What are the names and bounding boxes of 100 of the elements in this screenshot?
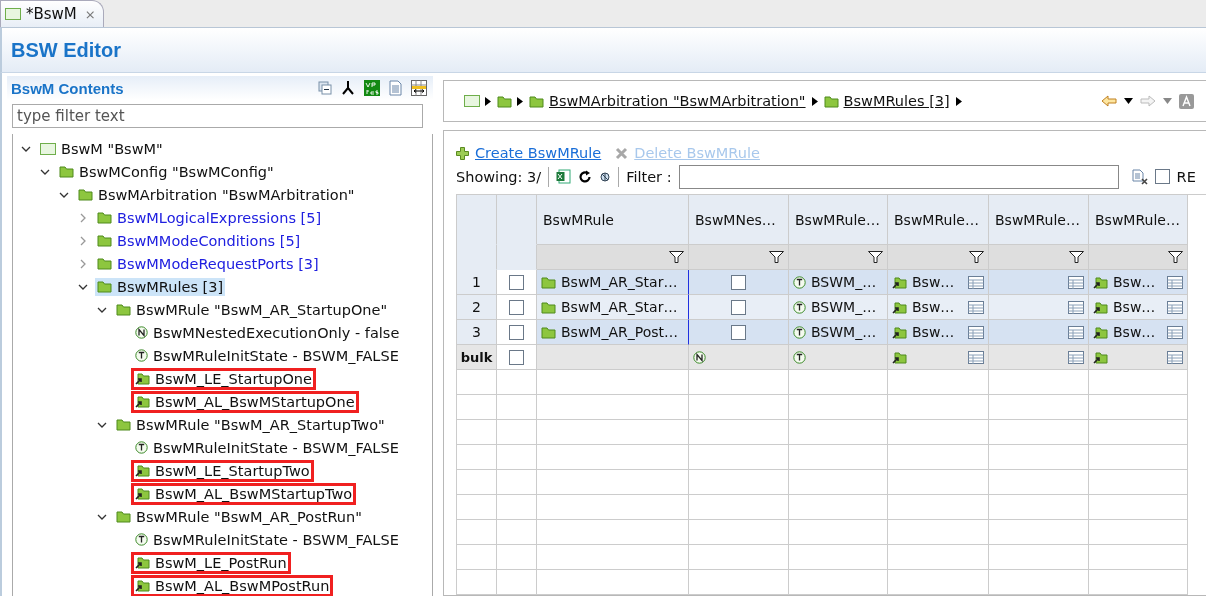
folder-icon: [97, 211, 112, 224]
folder-icon: [541, 325, 556, 339]
tree-item[interactable]: BswM_LE_StartupTwo: [133, 461, 312, 480]
n-badge-icon: [135, 326, 148, 339]
folder-icon: [116, 303, 131, 316]
collapse-all-icon[interactable]: [318, 81, 332, 95]
table-icon[interactable]: [1068, 275, 1084, 289]
folder-icon: [529, 94, 544, 108]
cell-text: Bsw…: [1113, 324, 1156, 340]
table-icon[interactable]: [1068, 300, 1084, 314]
row-header[interactable]: 3: [457, 320, 497, 345]
table-icon[interactable]: [968, 350, 984, 364]
checkbox[interactable]: [509, 324, 524, 340]
cell-text: BSWM_…: [811, 299, 877, 315]
tree-item[interactable]: BswMLogicalExpressions [5]: [95, 208, 324, 227]
table-icon[interactable]: [968, 325, 984, 339]
tree-item[interactable]: BswM_LE_PostRun: [133, 553, 289, 572]
column-header[interactable]: BswMNes…: [689, 195, 789, 245]
clear-filter-icon[interactable]: [1131, 168, 1148, 185]
filter-gear-icon[interactable]: [599, 170, 612, 183]
filter-icon[interactable]: [1168, 251, 1183, 263]
action-link[interactable]: Create BswMRule: [475, 145, 602, 162]
filter-icon[interactable]: [868, 251, 883, 263]
module-icon: [464, 95, 480, 107]
reference-icon: [135, 556, 150, 569]
refresh-icon[interactable]: [578, 169, 593, 184]
checkbox[interactable]: [509, 349, 524, 365]
row-header[interactable]: 2: [457, 295, 497, 320]
tree-item[interactable]: BswMArbitration "BswMArbitration": [76, 185, 357, 204]
table-icon[interactable]: [1167, 350, 1183, 364]
tree-item[interactable]: BswMModeConditions [5]: [95, 231, 303, 250]
reference-icon: [135, 487, 150, 500]
filter-field[interactable]: type filter text: [12, 104, 423, 128]
filter-icon[interactable]: [669, 251, 684, 263]
table-icon[interactable]: [1167, 300, 1183, 314]
checkbox[interactable]: [1154, 169, 1170, 185]
checkbox[interactable]: [731, 299, 746, 315]
fork-icon[interactable]: [341, 80, 355, 96]
reference-icon: [135, 372, 150, 385]
column-header[interactable]: BswMRule…: [789, 195, 888, 245]
tree-item[interactable]: BswMRuleInitState - BSWM_FALSE: [133, 346, 401, 365]
tree-item[interactable]: BswM "BswM": [38, 139, 165, 158]
checkbox[interactable]: [731, 274, 746, 290]
excel-icon[interactable]: [556, 169, 572, 185]
table-icon[interactable]: [968, 275, 984, 289]
tree-item[interactable]: BswM_LE_StartupOne: [133, 369, 314, 388]
collapsed-caret-icon[interactable]: [78, 258, 88, 269]
document-icon[interactable]: [389, 80, 402, 96]
dropdown-caret-icon[interactable]: [1124, 98, 1133, 104]
caret-icon[interactable]: [955, 96, 962, 106]
folder-icon: [97, 257, 112, 270]
filter-icon[interactable]: [769, 251, 784, 263]
editor-tab[interactable]: *BswM ⨯: [0, 0, 104, 27]
row-header[interactable]: 1: [457, 270, 497, 295]
tree-item[interactable]: BswMRuleInitState - BSWM_FALSE: [133, 438, 401, 457]
tree-item[interactable]: BswMRules [3]: [95, 277, 226, 296]
tree-item[interactable]: BswMRule "BswM_AR_StartupOne": [114, 300, 390, 319]
tree-item[interactable]: BswMRule "BswM_AR_PostRun": [114, 507, 364, 526]
collapsed-caret-icon[interactable]: [78, 212, 88, 223]
caret-icon[interactable]: [485, 96, 491, 106]
table-icon[interactable]: [1068, 325, 1084, 339]
column-header[interactable]: BswMRule: [537, 195, 689, 245]
breadcrumb-link[interactable]: BswMRules [3]: [843, 93, 950, 109]
caret-icon[interactable]: [517, 96, 523, 106]
checkbox[interactable]: [509, 274, 524, 290]
back-arrow-icon[interactable]: [1101, 95, 1117, 107]
tree-item[interactable]: BswMRuleInitState - BSWM_FALSE: [133, 530, 401, 549]
checkbox[interactable]: [731, 324, 746, 340]
table-filter-field[interactable]: [678, 164, 1119, 189]
checkbox[interactable]: [509, 299, 524, 315]
caret-icon[interactable]: [811, 96, 818, 106]
tree-item[interactable]: BswM_AL_BswMPostRun: [133, 576, 332, 595]
close-icon[interactable]: ⨯: [84, 6, 96, 22]
folder-icon: [59, 165, 74, 178]
font-icon[interactable]: [1179, 93, 1194, 109]
filter-icon[interactable]: [1069, 251, 1084, 263]
collapsed-caret-icon[interactable]: [78, 235, 88, 246]
column-header[interactable]: BswMRule…: [1089, 195, 1188, 245]
tree-item[interactable]: BswMConfig "BswMConfig": [57, 162, 276, 181]
column-header[interactable]: BswMRule…: [989, 195, 1089, 245]
table-icon[interactable]: [968, 300, 984, 314]
breadcrumb-link[interactable]: BswMArbitration "BswMArbitration": [549, 93, 806, 109]
tree-item[interactable]: BswM_AL_BswMStartupOne: [133, 392, 357, 411]
column-header[interactable]: BswMRule…: [888, 195, 989, 245]
reference-icon: [135, 579, 150, 592]
folder-icon: [541, 300, 556, 314]
column-width-icon[interactable]: [411, 80, 427, 96]
tree-item[interactable]: BswMNestedExecutionOnly - false: [133, 323, 402, 342]
folder-icon: [78, 188, 93, 201]
table-icon[interactable]: [1167, 275, 1183, 289]
cell-text: BSWM_…: [811, 324, 877, 340]
tree-item[interactable]: BswMRule "BswM_AR_StartupTwo": [114, 415, 387, 434]
tree-item[interactable]: BswMModeRequestPorts [3]: [95, 254, 321, 273]
filter-icon[interactable]: [969, 251, 984, 263]
vp-res-icon[interactable]: [364, 80, 380, 96]
reference-icon: [892, 325, 907, 339]
tree-item[interactable]: BswM_AL_BswMStartupTwo: [133, 484, 355, 503]
table-icon[interactable]: [1068, 350, 1084, 364]
cell-text: BSWM_…: [811, 274, 877, 290]
table-icon[interactable]: [1167, 325, 1183, 339]
